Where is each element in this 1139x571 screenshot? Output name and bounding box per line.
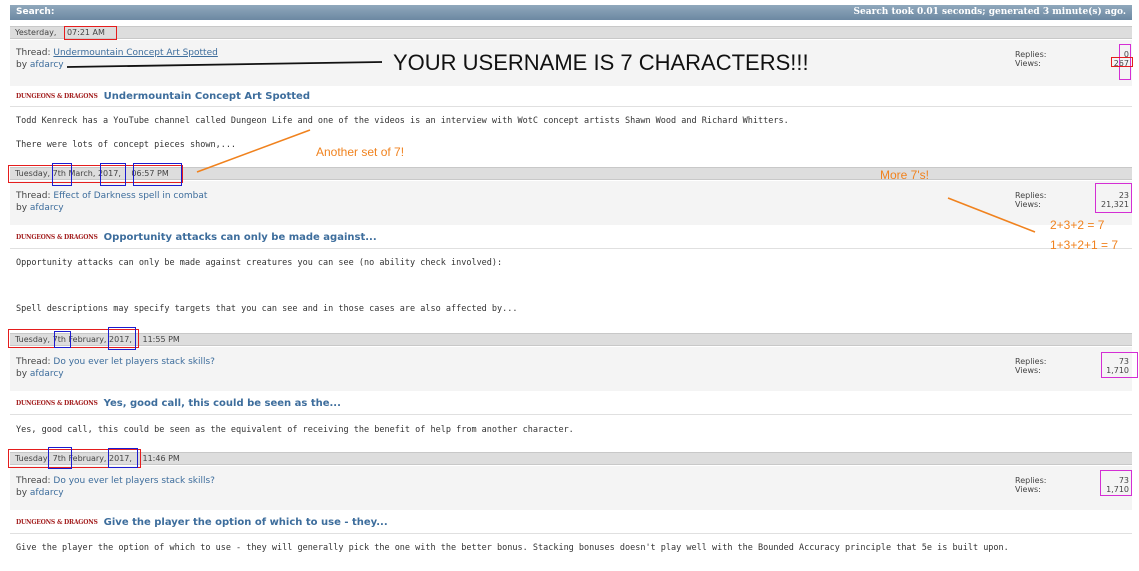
annotation-username-note: YOUR USERNAME IS 7 CHARACTERS!!! — [393, 50, 809, 75]
pointer-line-black — [66, 61, 383, 68]
pointer-line-orange — [947, 197, 1036, 233]
annotation-sum-2: 1+3+2+1 = 7 — [1050, 238, 1119, 252]
annotation-more-sevens: More 7's! — [880, 168, 929, 182]
pointer-line-orange — [196, 129, 311, 173]
annotation-another-set: Another set of 7! — [316, 145, 405, 159]
annotation-lines — [66, 61, 1036, 233]
annotation-sum-1: 2+3+2 = 7 — [1050, 218, 1105, 232]
